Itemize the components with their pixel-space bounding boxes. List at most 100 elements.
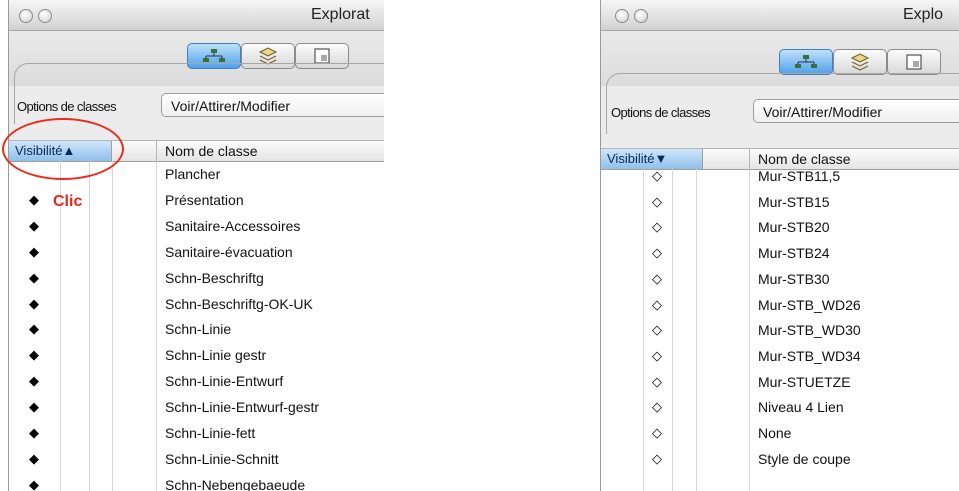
grayed-diamond-icon[interactable]: ◇ bbox=[652, 322, 662, 338]
class-name: Mur-STB15 bbox=[758, 193, 830, 210]
hierarchy-view-button[interactable] bbox=[779, 49, 833, 75]
list-item[interactable]: ◇ Mur-STB30 bbox=[601, 271, 959, 296]
visible-diamond-icon[interactable]: ◆ bbox=[29, 192, 39, 208]
list-item[interactable]: ◇ Mur-STB_WD26 bbox=[601, 297, 959, 322]
sheet-view-button[interactable] bbox=[887, 49, 941, 75]
list-item[interactable]: ◇ None bbox=[601, 425, 959, 450]
class-name: Schn-Linie gestr bbox=[165, 347, 267, 364]
minimize-window-button[interactable] bbox=[634, 9, 648, 23]
class-options-dropdown[interactable]: Voir/Attirer/Modifier bbox=[161, 93, 384, 117]
visible-diamond-icon[interactable]: ◆ bbox=[29, 244, 39, 260]
visible-diamond-icon[interactable]: ◆ bbox=[29, 270, 39, 286]
list-header: Visibilité▼ Nom de classe bbox=[601, 149, 959, 170]
right-title-bar: Explo bbox=[601, 0, 959, 31]
list-item[interactable]: ◇ Mur-STB20 bbox=[601, 219, 959, 244]
visible-diamond-icon[interactable]: ◆ bbox=[29, 296, 39, 312]
hierarchy-icon bbox=[795, 55, 817, 68]
class-name: Schn-Linie-fett bbox=[165, 425, 256, 441]
close-window-button[interactable] bbox=[19, 9, 33, 23]
list-item[interactable]: ◆ Schn-Linie-fett bbox=[9, 425, 384, 450]
class-name: Niveau 4 Lien bbox=[758, 399, 844, 416]
class-name: Mur-STB20 bbox=[758, 219, 830, 236]
class-list: Visibilité▼ Nom de classe ◇ Mur-STB11,5 ◇ M… bbox=[601, 148, 959, 491]
list-item[interactable]: ◆ Schn-Linie-Entwurf bbox=[9, 373, 384, 398]
highlight-ellipse bbox=[2, 118, 124, 180]
sheet-icon bbox=[906, 54, 922, 70]
window-title: Explo bbox=[903, 6, 944, 23]
list-item[interactable]: ◆ Schn-Linie bbox=[9, 321, 384, 346]
class-name: Présentation bbox=[165, 191, 244, 208]
class-name: Mur-STB_WD30 bbox=[758, 322, 861, 339]
list-item[interactable]: ◇ Mur-STUETZE bbox=[601, 374, 959, 399]
class-name-column-header[interactable]: Nom de classe bbox=[749, 149, 851, 169]
hierarchy-icon bbox=[203, 49, 225, 62]
window-title: Explorat bbox=[311, 6, 370, 23]
grayed-diamond-icon[interactable]: ◇ bbox=[652, 194, 662, 210]
list-item[interactable]: ◆ Schn-Linie-Schnitt bbox=[9, 451, 384, 476]
class-name: None bbox=[758, 425, 792, 441]
list-item[interactable]: ◇ Mur-STB11,5 bbox=[601, 168, 959, 193]
grayed-diamond-icon[interactable]: ◇ bbox=[652, 219, 662, 235]
class-name: Sanitaire-évacuation bbox=[165, 243, 293, 260]
visible-diamond-icon[interactable]: ◆ bbox=[29, 347, 39, 363]
layers-icon bbox=[850, 53, 870, 71]
class-name: Mur-STB_WD26 bbox=[758, 296, 861, 313]
grayed-diamond-icon[interactable]: ◇ bbox=[652, 168, 662, 184]
clic-annotation: Clic bbox=[53, 193, 83, 210]
left-toolbar bbox=[9, 31, 384, 124]
right-toolbar bbox=[601, 31, 959, 134]
visible-diamond-icon[interactable]: ◆ bbox=[29, 218, 39, 234]
list-item[interactable]: ◇ Mur-STB_WD34 bbox=[601, 348, 959, 373]
list-item[interactable]: ◆ Schn-Linie-Entwurf-gestr bbox=[9, 399, 384, 424]
grayed-diamond-icon[interactable]: ◇ bbox=[652, 451, 662, 467]
list-item[interactable]: ◇ Mur-STB15 bbox=[601, 194, 959, 219]
close-window-button[interactable] bbox=[615, 9, 629, 23]
grayed-diamond-icon[interactable]: ◇ bbox=[652, 271, 662, 287]
grayed-diamond-icon[interactable]: ◇ bbox=[652, 245, 662, 261]
list-item[interactable]: ◇ Style de coupe bbox=[601, 451, 959, 476]
class-name: Schn-Linie bbox=[165, 321, 232, 338]
class-options-label: Options de classes bbox=[17, 99, 117, 114]
list-item[interactable]: ◇ Mur-STB24 bbox=[601, 245, 959, 270]
class-options-label: Options de classes bbox=[611, 105, 711, 120]
class-name: Schn-Beschriftg-OK-UK bbox=[165, 295, 313, 312]
class-name: Schn-Linie-Schnitt bbox=[165, 450, 279, 467]
class-name: Schn-Nebengebaeude bbox=[165, 476, 306, 491]
list-item[interactable]: ◆ Schn-Nebengebaeude bbox=[9, 477, 384, 491]
class-name: Mur-STB11,5 bbox=[758, 168, 841, 184]
list-item[interactable]: ◆ Schn-Linie gestr bbox=[9, 347, 384, 372]
list-item[interactable]: ◇ Niveau 4 Lien bbox=[601, 399, 959, 424]
visible-diamond-icon[interactable]: ◆ bbox=[29, 477, 39, 491]
minimize-window-button[interactable] bbox=[38, 9, 52, 23]
class-name: Mur-STB_WD34 bbox=[758, 347, 861, 364]
visibility-column-header[interactable]: Visibilité▼ bbox=[601, 149, 703, 169]
class-name: Mur-STUETZE bbox=[758, 373, 851, 390]
class-name: Style de coupe bbox=[758, 450, 851, 467]
right-explorer-window: Explo Options de classes Voir/Attirer/Mo… bbox=[600, 0, 959, 491]
grayed-diamond-icon[interactable]: ◇ bbox=[652, 374, 662, 390]
grayed-diamond-icon[interactable]: ◇ bbox=[652, 348, 662, 364]
list-item[interactable]: ◆ Sanitaire-Accessoires bbox=[9, 218, 384, 243]
visible-diamond-icon[interactable]: ◆ bbox=[29, 451, 39, 467]
grayed-diamond-icon[interactable]: ◇ bbox=[652, 399, 662, 415]
list-item[interactable]: ◆ Schn-Beschriftg bbox=[9, 270, 384, 295]
list-item[interactable]: ◇ Mur-STB_WD30 bbox=[601, 322, 959, 347]
grayed-diamond-icon[interactable]: ◇ bbox=[652, 297, 662, 313]
left-explorer-window: Explorat Options de classes Voir/Attirer… bbox=[8, 0, 384, 491]
layers-view-button[interactable] bbox=[833, 49, 887, 75]
grayed-diamond-icon[interactable]: ◇ bbox=[652, 425, 662, 441]
list-item[interactable]: ◆ Sanitaire-évacuation bbox=[9, 244, 384, 269]
class-name: Plancher bbox=[165, 166, 221, 182]
left-title-bar: Explorat bbox=[9, 0, 384, 31]
visible-diamond-icon[interactable]: ◆ bbox=[29, 321, 39, 337]
visible-diamond-icon[interactable]: ◆ bbox=[29, 399, 39, 415]
class-name: Mur-STB24 bbox=[758, 245, 830, 262]
class-name: Schn-Linie-Entwurf-gestr bbox=[165, 399, 320, 416]
class-name-column-header[interactable]: Nom de classe bbox=[156, 141, 258, 161]
visible-diamond-icon[interactable]: ◆ bbox=[29, 425, 39, 441]
visible-diamond-icon[interactable]: ◆ bbox=[29, 373, 39, 389]
class-name: Mur-STB30 bbox=[758, 270, 830, 287]
class-options-dropdown[interactable]: Voir/Attirer/Modifier bbox=[753, 99, 959, 123]
list-item[interactable]: ◆ Schn-Beschriftg-OK-UK bbox=[9, 296, 384, 321]
class-name: Sanitaire-Accessoires bbox=[165, 217, 301, 234]
